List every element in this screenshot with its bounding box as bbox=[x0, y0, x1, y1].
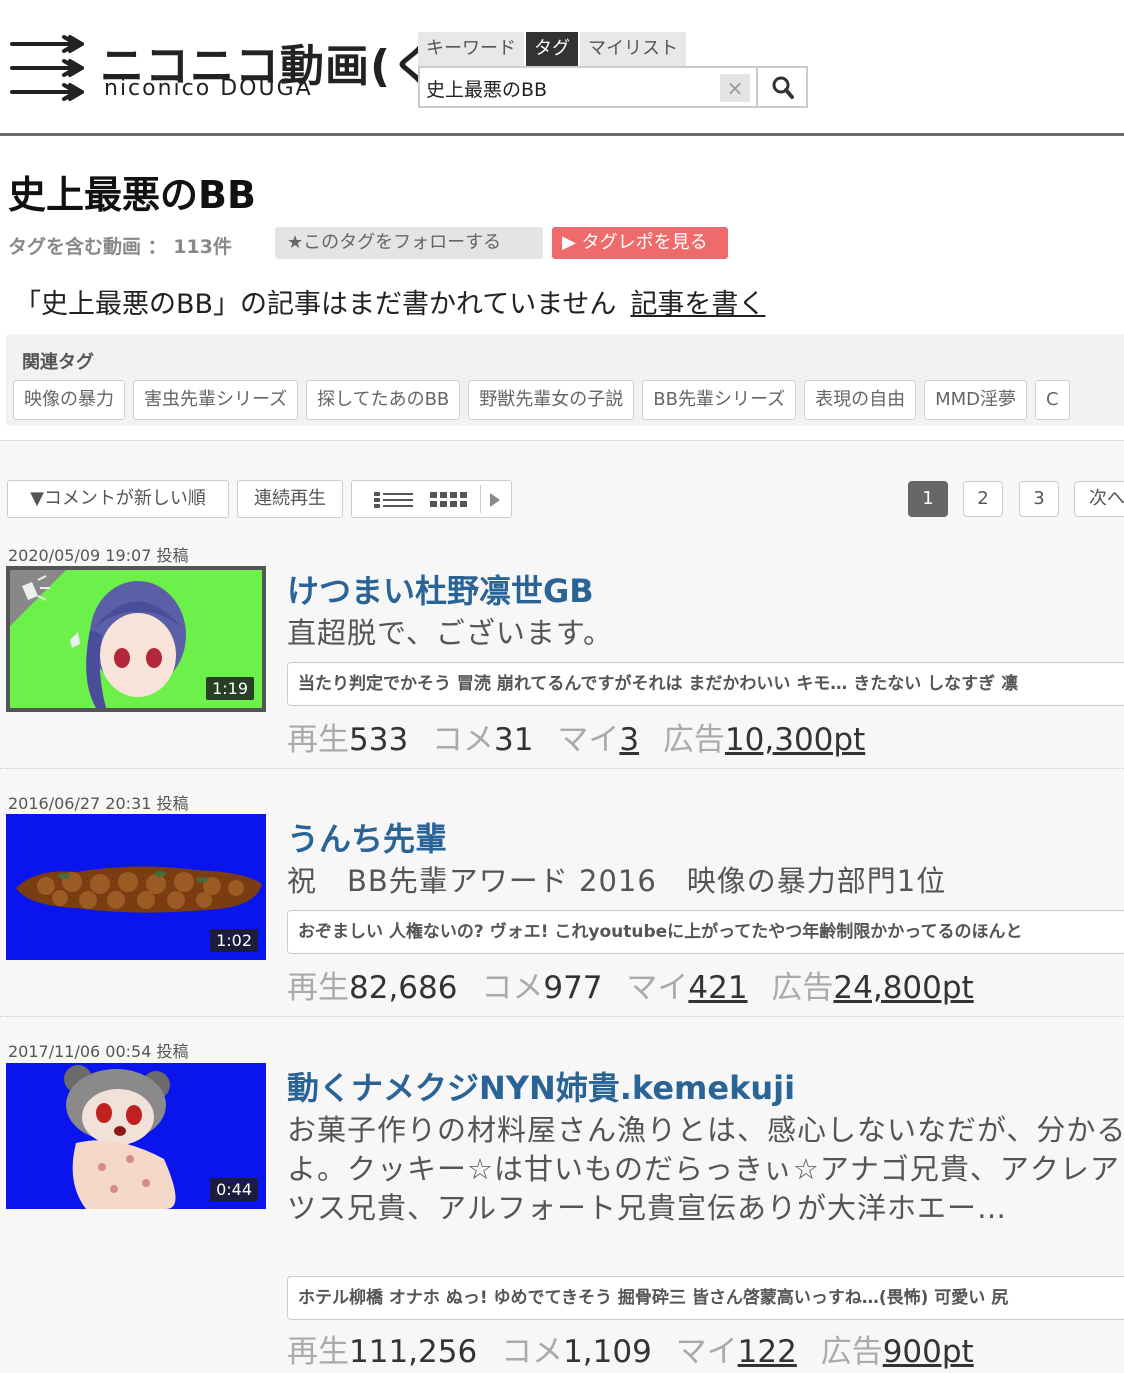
related-tag[interactable]: 害虫先輩シリーズ bbox=[133, 380, 299, 420]
view-count: 82,686 bbox=[349, 970, 458, 1006]
latest-comments: ホテル柳橋 オナホ ぬっ! ゆめでてきそう 掘骨砕三 皆さん啓蒙高いっすね…(畏… bbox=[287, 1276, 1124, 1320]
video-duration: 1:02 bbox=[210, 929, 258, 952]
search-icon bbox=[772, 76, 794, 99]
video-description: お菓子作りの材料屋さん漁りとは、感心しないなだが、分かるよ。クッキー☆は甘いもの… bbox=[287, 1113, 1124, 1225]
related-tag[interactable]: BB先輩シリーズ bbox=[642, 380, 797, 420]
view-divider bbox=[480, 485, 481, 513]
item-separator bbox=[0, 1016, 1124, 1017]
video-stats: 再生82,686 コメ977 マイ421 広告24,800pt bbox=[287, 962, 988, 1007]
video-duration: 1:19 bbox=[206, 677, 254, 700]
comments-label: コメ bbox=[501, 1334, 564, 1370]
video-title-link[interactable]: けつまい杜野凛世GB bbox=[287, 566, 594, 612]
mylist-count-link[interactable]: 122 bbox=[738, 1334, 797, 1370]
article-notice-text: 「史上最悪のBB」の記事はまだ書かれていません bbox=[14, 289, 617, 320]
latest-comments: おぞましい 人権ないの? ヴォエ! これyoutubeに上がってたやつ年齢制限か… bbox=[287, 910, 1124, 954]
related-tag[interactable]: MMD淫夢 bbox=[924, 380, 1027, 420]
video-thumbnail[interactable]: 0:44 bbox=[6, 1063, 266, 1209]
follow-tag-button[interactable]: ★このタグをフォローする bbox=[275, 227, 543, 259]
video-title-link[interactable]: 動くナメクジNYN姉貴.kemekuji bbox=[287, 1063, 795, 1109]
views-label: 再生 bbox=[287, 722, 349, 758]
view-count: 111,256 bbox=[349, 1334, 478, 1370]
comment-count: 1,109 bbox=[563, 1334, 652, 1370]
play-icon[interactable] bbox=[488, 492, 502, 508]
video-thumbnail[interactable]: 1:02 bbox=[6, 814, 266, 960]
video-title-link[interactable]: うんち先輩 bbox=[287, 814, 447, 860]
views-label: 再生 bbox=[287, 1334, 349, 1370]
ad-label: 広告 bbox=[771, 970, 834, 1006]
ad-points-link[interactable]: 10,300pt bbox=[725, 722, 865, 758]
tab-tag[interactable]: タグ bbox=[526, 32, 578, 66]
tab-mylist[interactable]: マイリスト bbox=[580, 32, 686, 66]
site-logo-subtitle: niconico DOUGA bbox=[104, 76, 313, 101]
latest-comments: 当たり判定でかそう 冒涜 崩れてるんですがそれは まだかわいい キモ… きたない… bbox=[287, 662, 1124, 706]
comments-label: コメ bbox=[481, 970, 544, 1006]
video-stats: 再生111,256 コメ1,109 マイ122 広告900pt bbox=[287, 1326, 988, 1371]
page-2-button[interactable]: 2 bbox=[963, 481, 1003, 517]
tab-keyword[interactable]: キーワード bbox=[418, 32, 524, 66]
list-view-icon[interactable] bbox=[374, 491, 414, 509]
video-description: 祝 BB先輩アワード 2016 映像の暴力部門1位 bbox=[287, 864, 947, 898]
search-mode-tabs: キーワード タグ マイリスト bbox=[418, 32, 686, 66]
site-header: ニコニコ動画(く) niconico DOUGA キーワード タグ マイリスト … bbox=[0, 0, 1124, 136]
post-date: 2017/11/06 00:54 投稿 bbox=[8, 1042, 189, 1061]
page-1-button[interactable]: 1 bbox=[908, 481, 948, 517]
search-box: × bbox=[418, 66, 808, 108]
page-3-button[interactable]: 3 bbox=[1019, 481, 1059, 517]
write-article-link[interactable]: 記事を書く bbox=[630, 289, 765, 320]
video-duration: 0:44 bbox=[210, 1178, 258, 1201]
related-tag[interactable]: 表現の自由 bbox=[804, 380, 917, 420]
video-stats: 再生533 コメ31 マイ3 広告10,300pt bbox=[287, 714, 879, 759]
mylist-count-link[interactable]: 421 bbox=[688, 970, 747, 1006]
ad-points-link[interactable]: 900pt bbox=[883, 1334, 974, 1370]
ad-label: 広告 bbox=[662, 722, 725, 758]
search-button[interactable] bbox=[756, 68, 808, 106]
mylist-label: マイ bbox=[557, 722, 620, 758]
related-tags-label: 関連タグ bbox=[22, 352, 94, 373]
next-page-button[interactable]: 次へ bbox=[1074, 481, 1124, 517]
clear-search-button[interactable]: × bbox=[720, 74, 750, 102]
sort-dropdown[interactable]: ▼コメントが新しい順 bbox=[7, 480, 229, 518]
comment-count: 31 bbox=[494, 722, 534, 758]
mylist-label: マイ bbox=[675, 1334, 738, 1370]
views-label: 再生 bbox=[287, 970, 349, 1006]
video-count: タグを含む動画 ： 113件 bbox=[8, 236, 232, 258]
item-separator bbox=[0, 768, 1124, 769]
video-description: 直超脱で、ございます。 bbox=[287, 616, 613, 650]
related-tags-panel: 関連タグ 映像の暴力 害虫先輩シリーズ 探してたあのBB 野獣先輩女の子説 BB… bbox=[6, 334, 1124, 426]
related-tag[interactable]: 野獣先輩女の子説 bbox=[468, 380, 635, 420]
page-title: 史上最悪のBB bbox=[8, 173, 256, 217]
article-notice: 「史上最悪のBB」の記事はまだ書かれていません 記事を書く bbox=[14, 282, 765, 321]
mylist-count-link[interactable]: 3 bbox=[619, 722, 639, 758]
video-thumbnail[interactable]: 1:19 bbox=[6, 566, 266, 712]
post-date: 2020/05/09 19:07 投稿 bbox=[8, 546, 189, 565]
tag-report-button[interactable]: ▶ タグレポを見る bbox=[552, 227, 728, 259]
comment-count: 977 bbox=[543, 970, 603, 1006]
mylist-label: マイ bbox=[626, 970, 689, 1006]
related-tag[interactable]: 映像の暴力 bbox=[13, 380, 125, 420]
related-tag[interactable]: 探してたあのBB bbox=[306, 380, 461, 420]
post-date: 2016/06/27 20:31 投稿 bbox=[8, 794, 189, 813]
continuous-play-button[interactable]: 連続再生 bbox=[237, 480, 343, 518]
arrows-logo-icon[interactable] bbox=[8, 34, 84, 102]
view-count: 533 bbox=[349, 722, 409, 758]
search-input[interactable] bbox=[426, 74, 716, 102]
grid-view-icon[interactable] bbox=[430, 491, 468, 509]
comments-label: コメ bbox=[432, 722, 495, 758]
related-tag[interactable]: C bbox=[1035, 380, 1070, 420]
view-mode-group bbox=[351, 480, 512, 518]
related-tags-list: 映像の暴力 害虫先輩シリーズ 探してたあのBB 野獣先輩女の子説 BB先輩シリー… bbox=[13, 380, 1070, 420]
ad-points-link[interactable]: 24,800pt bbox=[833, 970, 973, 1006]
ad-label: 広告 bbox=[820, 1334, 883, 1370]
